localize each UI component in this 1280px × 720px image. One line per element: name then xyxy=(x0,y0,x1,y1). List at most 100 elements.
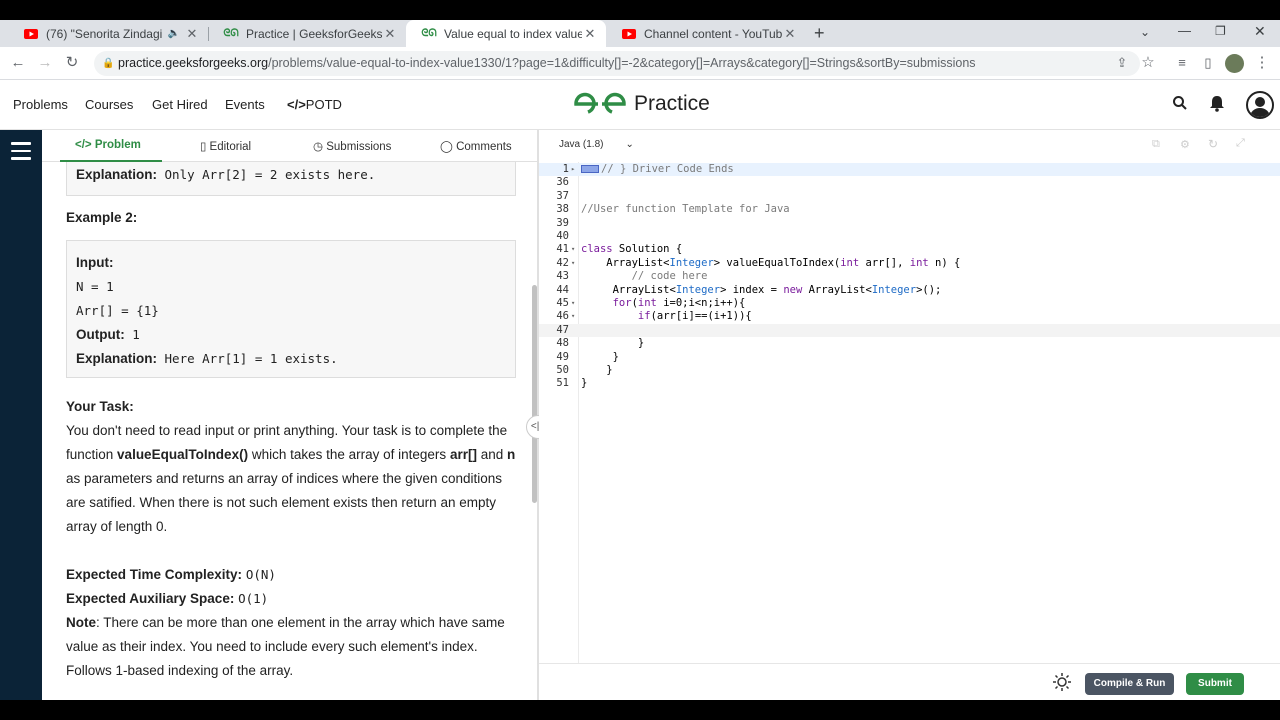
fold-arrow-icon[interactable]: ▾ xyxy=(571,297,575,310)
code-line[interactable]: 47 xyxy=(539,323,1280,338)
note-label: Note xyxy=(66,615,96,630)
reset-icon[interactable]: ↻ xyxy=(1208,137,1218,151)
code-editor[interactable]: Java (1.8) ⌄ ⧉ ⚙ ↻ ⤢ 1 ▸ // } Driver Code E… xyxy=(539,130,1280,663)
fold-arrow-icon[interactable]: ▾ xyxy=(571,257,575,270)
line-code: class Solution { xyxy=(581,243,683,256)
chevron-down-icon: ⌄ xyxy=(625,139,634,150)
line-code: //User function Template for Java xyxy=(581,203,790,216)
code-line[interactable]: 48 } xyxy=(539,337,1280,350)
browser-menu-icon[interactable]: ⋮ xyxy=(1252,53,1272,73)
tab-label: Editorial xyxy=(209,141,252,153)
url-path: /problems/value-equal-to-index-value1330… xyxy=(268,56,976,70)
code-icon: </> xyxy=(75,139,95,151)
code-line[interactable]: 49 } xyxy=(539,351,1280,364)
youtube-icon xyxy=(24,27,38,41)
input-n: N = 1 xyxy=(76,279,114,294)
address-bar-row: ← → ↻ 🔒 practice.geeksforgeeks.org/probl… xyxy=(0,47,1280,80)
tab-title: Channel content - YouTube Studi xyxy=(644,26,782,41)
tab-search-icon[interactable]: ⌄ xyxy=(1140,25,1150,39)
line-number: 40 xyxy=(556,230,569,242)
nav-courses[interactable]: Courses xyxy=(85,97,133,112)
code-line[interactable]: 39 xyxy=(539,217,1280,230)
tab-problem[interactable]: </> Problem xyxy=(75,139,141,151)
nav-get-hired[interactable]: Get Hired xyxy=(152,97,208,112)
logo-text: Practice xyxy=(634,92,710,115)
browser-tab[interactable]: (76) "Senorita Zindagi Na Mi 🔈 ✕ xyxy=(8,20,208,47)
tab-editorial[interactable]: ▯ Editorial xyxy=(200,139,251,153)
language-select[interactable]: Java (1.8) ⌄ xyxy=(559,139,634,150)
back-icon[interactable]: ← xyxy=(8,53,28,73)
hamburger-menu-icon[interactable] xyxy=(11,142,31,165)
code-line[interactable]: 37 xyxy=(539,190,1280,203)
compile-run-button[interactable]: Compile & Run xyxy=(1085,673,1174,695)
code-line[interactable]: 40 xyxy=(539,230,1280,243)
share-icon[interactable]: ⇪ xyxy=(1112,53,1132,73)
tab-submissions[interactable]: ◷ Submissions xyxy=(313,139,391,153)
code-line[interactable]: 1 ▸ // } Driver Code Ends xyxy=(539,163,1280,177)
side-panel-icon[interactable]: ▯ xyxy=(1198,53,1218,73)
line-number: 46 xyxy=(556,310,569,323)
copy-icon[interactable]: ⧉ xyxy=(1152,138,1160,151)
browser-tab[interactable]: Channel content - YouTube Studi ✕ xyxy=(606,20,806,47)
code-line[interactable]: 46 ▾ if(arr[i]==(i+1)){ xyxy=(539,310,1280,323)
gfg-logo[interactable]: Practice xyxy=(572,92,710,116)
profile-avatar[interactable] xyxy=(1225,54,1244,73)
nav-problems[interactable]: Problems xyxy=(13,97,68,112)
line-number: 41 xyxy=(556,243,569,256)
submit-button[interactable]: Submit xyxy=(1186,673,1244,695)
close-tab-icon[interactable]: ✕ xyxy=(582,26,598,42)
close-window-icon[interactable]: ✕ xyxy=(1254,23,1266,40)
comment-icon: ◯ xyxy=(440,141,457,153)
nav-events[interactable]: Events xyxy=(225,97,265,112)
code-line[interactable]: 38 //User function Template for Java xyxy=(539,203,1280,216)
reading-list-icon[interactable]: ≡ xyxy=(1172,53,1192,73)
code-line[interactable]: 43 // code here xyxy=(539,270,1280,283)
browser-tab-active[interactable]: ᘓᘏ Value equal to index value | Pract ✕ xyxy=(406,20,606,47)
code-line[interactable]: 50 } xyxy=(539,364,1280,377)
document-icon: ▯ xyxy=(200,141,210,153)
line-number: 47 xyxy=(556,323,569,336)
line-code: if(arr[i]==(i+1)){ xyxy=(637,310,752,323)
nav-potd[interactable]: </>POTD xyxy=(287,97,342,112)
line-number: 50 xyxy=(556,364,569,376)
forward-icon[interactable]: → xyxy=(35,53,55,73)
code-line[interactable]: 44 ArrayList<Integer> index = new ArrayL… xyxy=(539,284,1280,297)
task-description: You don't need to read input or print an… xyxy=(66,423,516,534)
task-heading: Your Task: xyxy=(66,399,134,414)
code-line[interactable]: 36 xyxy=(539,176,1280,189)
browser-tab[interactable]: ᘓᘏ Practice | GeeksforGeeks | A com ✕ xyxy=(208,20,406,47)
reload-icon[interactable]: ↻ xyxy=(62,53,82,73)
bell-icon[interactable] xyxy=(1208,94,1226,117)
code-line[interactable]: 45 ▾ for(int i=0;i<n;i++){ xyxy=(539,297,1280,310)
theme-toggle-icon[interactable] xyxy=(1052,672,1072,697)
line-number: 48 xyxy=(556,337,569,350)
line-code: // } Driver Code Ends xyxy=(581,163,734,176)
fold-arrow-icon[interactable]: ▾ xyxy=(571,243,575,256)
line-number: 49 xyxy=(556,350,569,363)
close-tab-icon[interactable]: ✕ xyxy=(184,26,200,42)
minimize-icon[interactable]: — xyxy=(1178,23,1191,38)
left-sidebar xyxy=(0,130,42,700)
code-line[interactable]: 41 ▾ class Solution { xyxy=(539,243,1280,256)
bookmark-star-icon[interactable]: ☆ xyxy=(1138,53,1158,73)
search-icon[interactable] xyxy=(1172,95,1188,116)
fullscreen-icon[interactable]: ⤢ xyxy=(1236,137,1245,150)
example2-box: Input: N = 1 Arr[] = {1} Output: 1 Expla… xyxy=(66,240,516,378)
code-line[interactable]: 51} xyxy=(539,377,1280,390)
tab-comments[interactable]: ◯ Comments xyxy=(440,139,512,153)
restore-icon[interactable]: ❐ xyxy=(1215,24,1226,38)
url-field[interactable]: 🔒 practice.geeksforgeeks.org/problems/va… xyxy=(94,51,1140,76)
close-tab-icon[interactable]: ✕ xyxy=(782,26,798,42)
settings-icon[interactable]: ⚙ xyxy=(1180,138,1190,151)
close-tab-icon[interactable]: ✕ xyxy=(382,26,398,42)
new-tab-button[interactable]: + xyxy=(814,23,825,44)
folded-region-marker[interactable] xyxy=(581,165,599,173)
audio-icon[interactable]: 🔈 xyxy=(168,28,180,39)
code-line[interactable]: 42 ▾ ArrayList<Integer> valueEqualToIndex… xyxy=(539,257,1280,270)
line-number: 51 xyxy=(556,377,569,390)
explanation-text: Here Arr[1] = 1 exists. xyxy=(164,351,338,366)
fold-arrow-icon[interactable]: ▾ xyxy=(571,310,575,323)
fold-arrow-icon[interactable]: ▸ xyxy=(571,163,575,176)
user-avatar[interactable] xyxy=(1246,91,1274,119)
line-number: 39 xyxy=(556,216,569,229)
